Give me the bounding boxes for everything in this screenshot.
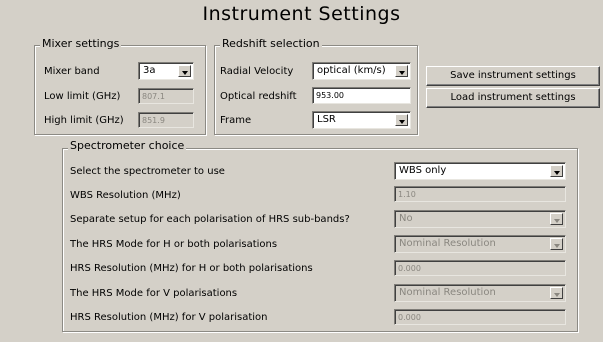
high-limit-field: 851.9 [138,112,194,128]
hrs-resolution-h-field: 0.000 [394,260,566,276]
hrs-mode-h-label: The HRS Mode for H or both polarisations [70,239,278,250]
hrs-mode-h-select: Nominal Resolution [394,235,566,253]
mixer-settings-legend: Mixer settings [40,37,122,50]
mixer-band-select[interactable]: 3a [138,62,194,80]
chevron-down-icon [550,287,563,299]
redshift-selection-legend: Redshift selection [220,37,322,50]
separate-setup-value: No [399,213,413,224]
save-instrument-settings-button[interactable]: Save instrument settings [426,66,600,86]
chevron-down-icon[interactable] [178,65,191,77]
radial-velocity-label: Radial Velocity [220,66,294,77]
hrs-resolution-v-label: HRS Resolution (MHz) for V polarisation [70,312,268,323]
load-instrument-settings-button[interactable]: Load instrument settings [426,88,600,108]
low-limit-field: 807.1 [138,88,194,104]
chevron-down-icon[interactable] [395,65,408,77]
optical-redshift-label: Optical redshift [220,91,297,102]
hrs-mode-v-value: Nominal Resolution [399,287,496,298]
frame-select[interactable]: LSR [312,111,411,129]
chevron-down-icon [550,238,563,250]
frame-label: Frame [220,115,252,126]
wbs-resolution-label: WBS Resolution (MHz) [70,190,181,201]
low-limit-label: Low limit (GHz) [44,91,121,102]
hrs-mode-v-select: Nominal Resolution [394,284,566,302]
mixer-band-value: 3a [143,65,156,76]
spectrometer-value: WBS only [399,165,447,176]
hrs-mode-v-label: The HRS Mode for V polarisations [70,288,238,299]
chevron-down-icon[interactable] [550,165,563,177]
optical-redshift-input[interactable]: 953.00 [312,87,411,104]
hrs-resolution-h-label: HRS Resolution (MHz) for H or both polar… [70,263,313,274]
chevron-down-icon[interactable] [395,114,408,126]
mixer-band-label: Mixer band [44,66,100,77]
select-spectrometer-label: Select the spectrometer to use [70,166,225,177]
chevron-down-icon [550,213,563,225]
spectrometer-select[interactable]: WBS only [394,162,566,180]
window-title: Instrument Settings [202,3,401,25]
radial-velocity-select[interactable]: optical (km/s) [312,62,411,80]
hrs-resolution-v-field: 0.000 [394,309,566,325]
hrs-mode-h-value: Nominal Resolution [399,238,496,249]
wbs-resolution-field: 1.10 [394,186,566,202]
separate-setup-label: Separate setup for each polarisation of … [70,214,350,225]
radial-velocity-value: optical (km/s) [317,65,386,76]
high-limit-label: High limit (GHz) [44,115,124,126]
frame-value: LSR [317,114,336,125]
spectrometer-choice-legend: Spectrometer choice [68,139,187,152]
separate-setup-select: No [394,210,566,228]
